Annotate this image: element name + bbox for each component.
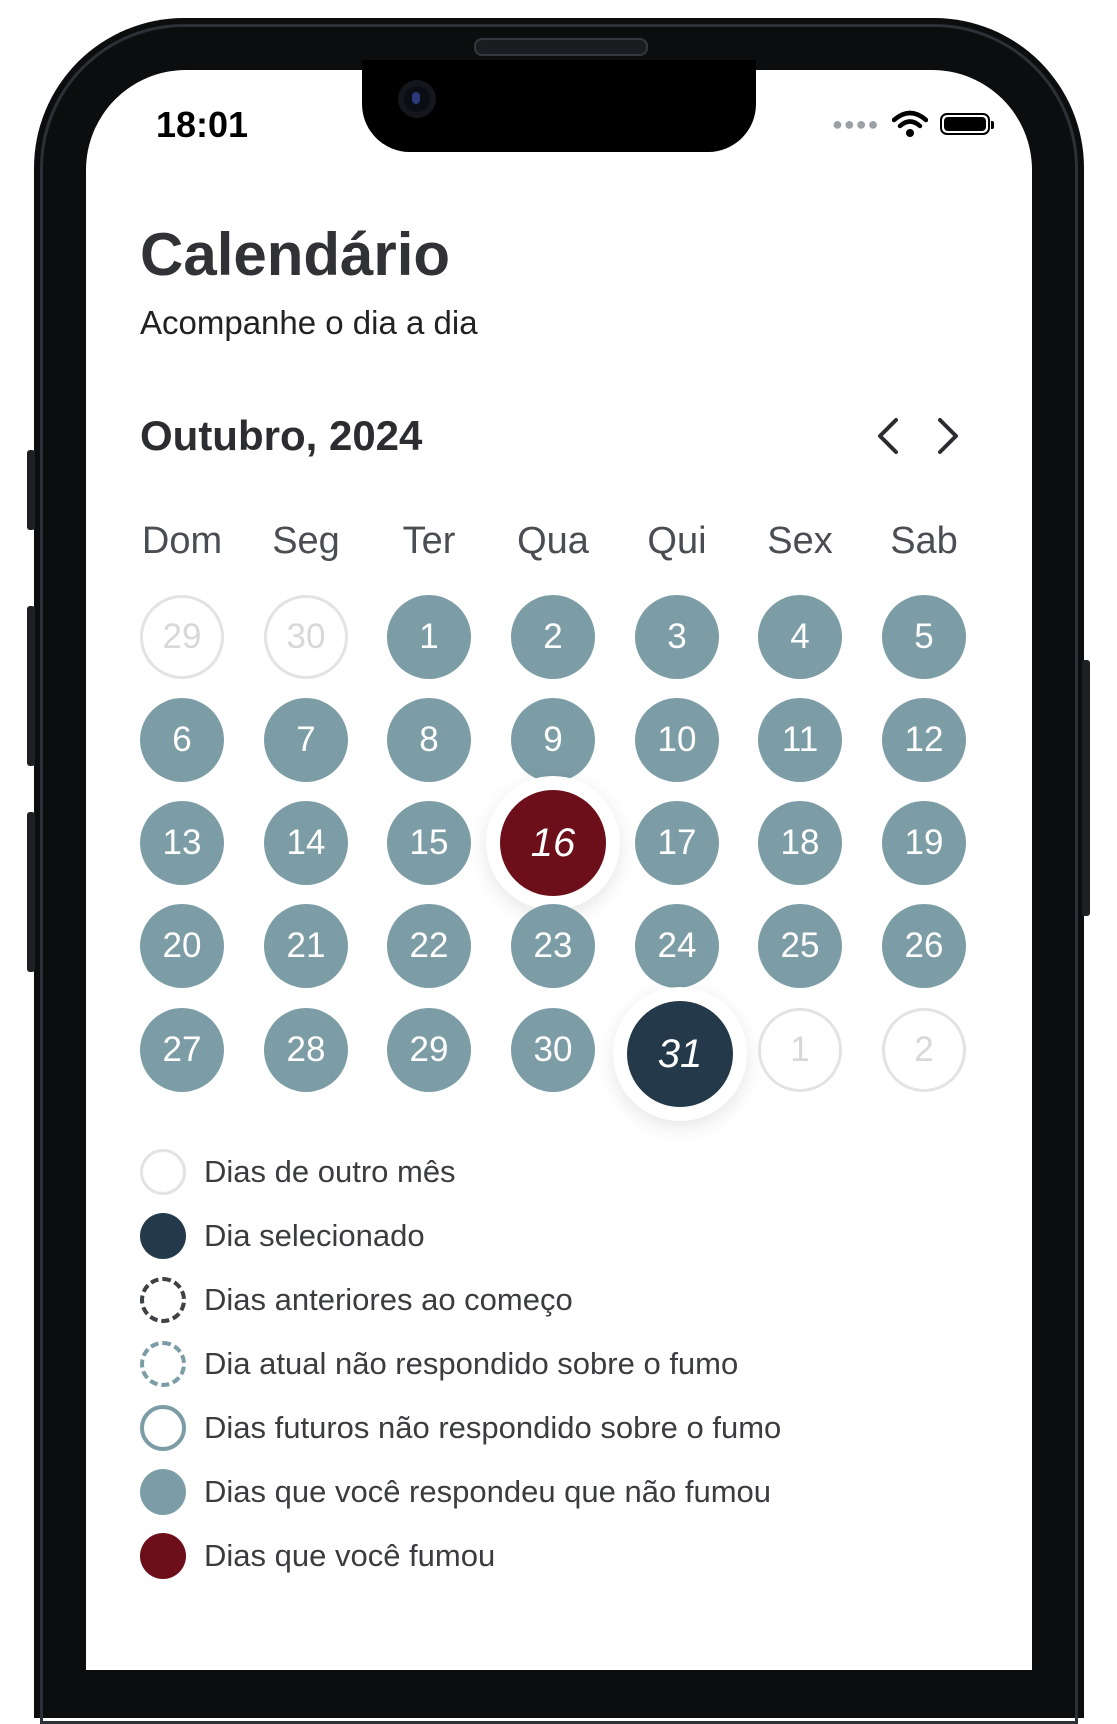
legend-label: Dias futuros não respondido sobre o fumo — [204, 1410, 782, 1445]
calendar-day-done[interactable]: 25 — [758, 904, 842, 988]
front-camera — [398, 80, 436, 118]
calendar-day-other[interactable]: 29 — [140, 595, 224, 679]
calendar-day-done[interactable]: 4 — [758, 595, 842, 679]
legend-item-selected: Dia selecionado — [140, 1213, 425, 1259]
weekday-label: Sex — [767, 520, 833, 562]
legend-swatch-selected — [140, 1213, 186, 1259]
legend-swatch-other — [140, 1149, 186, 1195]
legend-label: Dias que você respondeu que não fumou — [204, 1474, 772, 1509]
legend-swatch-today — [140, 1341, 186, 1387]
legend-item-other: Dias de outro mês — [140, 1149, 456, 1195]
signal-dots-icon: ●●●● — [832, 113, 880, 134]
calendar-day-other[interactable]: 30 — [264, 595, 348, 679]
legend-swatch-future — [140, 1405, 186, 1451]
calendar-day-done[interactable]: 5 — [882, 595, 966, 679]
calendar-day-done[interactable]: 29 — [387, 1008, 471, 1092]
calendar-day-done[interactable]: 26 — [882, 904, 966, 988]
calendar-day-done[interactable]: 24 — [635, 904, 719, 988]
legend-label: Dias anteriores ao começo — [204, 1282, 573, 1317]
calendar-day-done[interactable]: 18 — [758, 801, 842, 885]
calendar-day-done[interactable]: 10 — [635, 698, 719, 782]
calendar-day-done[interactable]: 17 — [635, 801, 719, 885]
calendar-day-done[interactable]: 14 — [264, 801, 348, 885]
calendar-day-done[interactable]: 1 — [387, 595, 471, 679]
legend-item-today: Dia atual não respondido sobre o fumo — [140, 1341, 738, 1387]
weekday-label: Ter — [402, 520, 456, 562]
calendar-day-done[interactable]: 20 — [140, 904, 224, 988]
calendar-day-done[interactable]: 13 — [140, 801, 224, 885]
legend-label: Dia atual não respondido sobre o fumo — [204, 1346, 739, 1381]
page-title: Calendário — [140, 221, 451, 288]
calendar-day-done[interactable]: 3 — [635, 595, 719, 679]
calendar-day-other[interactable]: 1 — [758, 1008, 842, 1092]
legend-swatch-done — [140, 1469, 186, 1515]
weekday-label: Qua — [517, 520, 589, 562]
chevron-right-icon — [938, 418, 958, 454]
legend-item-before: Dias anteriores ao começo — [140, 1277, 573, 1323]
calendar-day-done[interactable]: 9 — [511, 698, 595, 782]
side-button-volume-down — [27, 812, 35, 972]
legend-item-done: Dias que você respondeu que não fumou — [140, 1469, 771, 1515]
calendar-day-done[interactable]: 22 — [387, 904, 471, 988]
status-icons: ●●●● — [832, 110, 994, 138]
weekday-label: Qui — [647, 520, 707, 562]
legend-swatch-before — [140, 1277, 186, 1323]
side-button-volume-up — [27, 606, 35, 766]
calendar-day-other[interactable]: 2 — [882, 1008, 966, 1092]
calendar-day-done[interactable]: 15 — [387, 801, 471, 885]
calendar-day-done[interactable]: 8 — [387, 698, 471, 782]
legend-label: Dias de outro mês — [204, 1154, 456, 1189]
legend-item-future: Dias futuros não respondido sobre o fumo — [140, 1405, 781, 1451]
calendar-day-done[interactable]: 2 — [511, 595, 595, 679]
wifi-icon — [891, 110, 928, 137]
weekday-label: Sab — [890, 520, 958, 562]
calendar-day-smoked[interactable]: 16 — [500, 790, 606, 896]
calendar-day-done[interactable]: 7 — [264, 698, 348, 782]
legend-swatch-smoked — [140, 1533, 186, 1579]
speaker-grille — [474, 38, 648, 56]
calendar-day-done[interactable]: 6 — [140, 698, 224, 782]
status-time: 18:01 — [156, 104, 249, 145]
side-button-silent — [27, 450, 35, 530]
calendar-day-done[interactable]: 12 — [882, 698, 966, 782]
month-label: Outubro, 2024 — [140, 412, 423, 459]
calendar-day-done[interactable]: 28 — [264, 1008, 348, 1092]
next-month-button[interactable] — [928, 414, 968, 458]
calendar-day-done[interactable]: 19 — [882, 801, 966, 885]
calendar-day-selected[interactable]: 31 — [627, 1001, 733, 1107]
side-button-power — [1082, 660, 1090, 916]
calendar-day-done[interactable]: 27 — [140, 1008, 224, 1092]
battery-icon — [939, 113, 994, 135]
legend-label: Dias que você fumou — [204, 1538, 496, 1573]
calendar-day-done[interactable]: 11 — [758, 698, 842, 782]
legend-label: Dia selecionado — [204, 1218, 425, 1253]
previous-month-button[interactable] — [868, 414, 908, 458]
weekday-label: Dom — [141, 520, 223, 562]
calendar-day-done[interactable]: 23 — [511, 904, 595, 988]
calendar-day-done[interactable]: 21 — [264, 904, 348, 988]
legend-item-smoked: Dias que você fumou — [140, 1533, 495, 1579]
page-subtitle: Acompanhe o dia a dia — [140, 304, 478, 341]
chevron-left-icon — [878, 418, 898, 454]
weekday-label: Seg — [272, 520, 340, 562]
calendar-day-done[interactable]: 30 — [511, 1008, 595, 1092]
